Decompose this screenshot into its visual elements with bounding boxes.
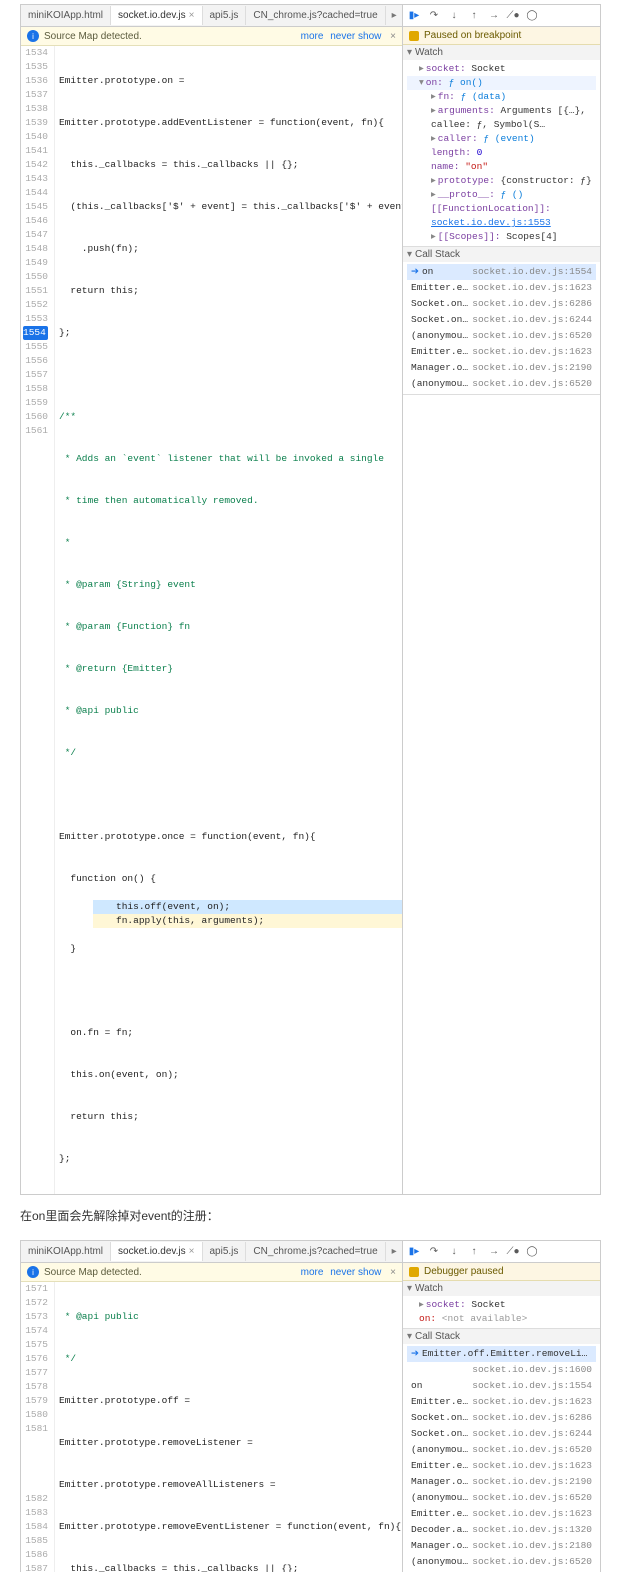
source-pane: miniKOIApp.html socket.io.dev.js× api5.j… (21, 1241, 402, 1572)
tab-miniapp[interactable]: miniKOIApp.html (21, 6, 111, 25)
stack-frame[interactable]: Socket.onpacketsocket.io.dev.js:6244 (407, 312, 596, 328)
watch-header[interactable]: ▾Watch (403, 1281, 600, 1296)
tab-bar: miniKOIApp.html socket.io.dev.js× api5.j… (21, 5, 402, 27)
stack-frame[interactable]: Manager.ondecodedsocket.io.dev.js:2190 (407, 360, 596, 376)
stack-frame[interactable]: ➔Emitter.off.Emitter.removeListener.Emit… (407, 1346, 596, 1362)
source-pane: miniKOIApp.html socket.io.dev.js× api5.j… (21, 5, 402, 1194)
line-gutter[interactable]: 1534153515361537153815391540154115421543… (21, 46, 55, 1194)
execution-line: this.off(event, on); (93, 900, 402, 914)
resume-icon[interactable]: ▮▸ (407, 9, 421, 23)
deactivate-breakpoints-icon[interactable]: ⟋● (507, 1246, 519, 1258)
pause-exceptions-icon[interactable]: ◯ (525, 1245, 539, 1259)
stack-frame[interactable]: (anonymous)socket.io.dev.js:6520 (407, 376, 596, 392)
code-body[interactable]: * @api public */ Emitter.prototype.off =… (55, 1282, 402, 1572)
stack-frame[interactable]: (anonymous)socket.io.dev.js:6520 (407, 1554, 596, 1570)
devtools-screenshot-2: miniKOIApp.html socket.io.dev.js× api5.j… (20, 1240, 601, 1572)
stack-frame[interactable]: (anonymous)socket.io.dev.js:6520 (407, 328, 596, 344)
tab-overflow-icon[interactable]: ▸ (386, 10, 403, 21)
step-over-icon[interactable]: ↷ (427, 9, 441, 23)
callstack-panel: ▾Call Stack ➔Emitter.off.Emitter.removeL… (403, 1329, 600, 1572)
info-icon: i (27, 1266, 39, 1278)
watch-panel: ▾Watch socket: Socket on: ƒ on() fn: ƒ (… (403, 45, 600, 247)
step-out-icon[interactable]: ↑ (467, 9, 481, 23)
deactivate-breakpoints-icon[interactable]: ⟋● (507, 10, 519, 22)
source-map-nevershow-link[interactable]: never show (330, 31, 381, 42)
stack-frame[interactable]: Socket.oneventsocket.io.dev.js:6286 (407, 296, 596, 312)
paused-banner: Debugger paused (403, 1263, 600, 1281)
devtools-screenshot-1: miniKOIApp.html socket.io.dev.js× api5.j… (20, 4, 601, 1195)
stack-frame[interactable]: (anonymous)socket.io.dev.js:6520 (407, 1490, 596, 1506)
watch-header[interactable]: ▾Watch (403, 45, 600, 60)
code-editor[interactable]: 1534153515361537153815391540154115421543… (21, 46, 402, 1194)
info-icon: i (27, 30, 39, 42)
stack-frame[interactable]: Socket.oneventsocket.io.dev.js:6286 (407, 1410, 596, 1426)
stack-frame[interactable]: ➔onsocket.io.dev.js:1554 (407, 264, 596, 280)
source-map-text: Source Map detected. (44, 31, 142, 42)
code-editor[interactable]: 1571157215731574157515761577157815791580… (21, 1282, 402, 1572)
step-out-icon[interactable]: ↑ (467, 1245, 481, 1259)
pause-exceptions-icon[interactable]: ◯ (525, 9, 539, 23)
debug-toolbar: ▮▸ ↷ ↓ ↑ → ⟋● ◯ (403, 1241, 600, 1263)
stack-frame[interactable]: onsocket.io.dev.js:1554 (407, 1378, 596, 1394)
close-icon[interactable]: × (390, 31, 396, 42)
callstack-header[interactable]: ▾Call Stack (403, 1329, 600, 1344)
tab-cnchrome[interactable]: CN_chrome.js?cached=true (246, 6, 385, 25)
debug-toolbar: ▮▸ ↷ ↓ ↑ → ⟋● ◯ (403, 5, 600, 27)
tab-api5[interactable]: api5.js (203, 1242, 247, 1261)
watch-panel: ▾Watch socket: Socket on: <not available… (403, 1281, 600, 1329)
function-location-link[interactable]: socket.io.dev.js:1553 (431, 217, 551, 228)
source-map-notice: i Source Map detected. more never show × (21, 1263, 402, 1282)
step-over-icon[interactable]: ↷ (427, 1245, 441, 1259)
stack-frame[interactable]: Socket.onpacketsocket.io.dev.js:6244 (407, 1426, 596, 1442)
close-icon[interactable]: × (390, 1267, 396, 1278)
tab-overflow-icon[interactable]: ▸ (386, 1246, 403, 1257)
tab-bar: miniKOIApp.html socket.io.dev.js× api5.j… (21, 1241, 402, 1263)
source-map-more-link[interactable]: more (301, 31, 324, 42)
callstack-panel: ▾Call Stack ➔onsocket.io.dev.js:1554 Emi… (403, 247, 600, 395)
stack-frame[interactable]: Decoder.addsocket.io.dev.js:1320 (407, 1522, 596, 1538)
step-into-icon[interactable]: ↓ (447, 9, 461, 23)
step-icon[interactable]: → (487, 9, 501, 23)
paused-banner: Paused on breakpoint (403, 27, 600, 45)
stack-frame[interactable]: Emitter.emitsocket.io.dev.js:1623 (407, 1394, 596, 1410)
debug-sidebar: ▮▸ ↷ ↓ ↑ → ⟋● ◯ Paused on breakpoint ▾Wa… (402, 5, 600, 1194)
source-map-nevershow-link[interactable]: never show (330, 1267, 381, 1278)
stack-frame[interactable]: (anonymous)socket.io.dev.js:6520 (407, 1442, 596, 1458)
source-map-notice: i Source Map detected. more never show × (21, 27, 402, 46)
prose-text-1: 在on里面会先解除掉对event的注册： (20, 1207, 601, 1226)
close-icon[interactable]: × (189, 1246, 195, 1257)
line-gutter[interactable]: 1571157215731574157515761577157815791580… (21, 1282, 55, 1572)
stack-frame[interactable]: Manager.ondecodedsocket.io.dev.js:2190 (407, 1474, 596, 1490)
stack-frame[interactable]: Emitter.emitsocket.io.dev.js:1623 (407, 1458, 596, 1474)
stack-frame[interactable]: Manager.ondatasocket.io.dev.js:2180 (407, 1538, 596, 1554)
tab-socketio[interactable]: socket.io.dev.js× (111, 1242, 202, 1261)
tab-api5[interactable]: api5.js (203, 6, 247, 25)
stack-frame: socket.io.dev.js:1600 (407, 1362, 596, 1378)
close-icon[interactable]: × (189, 10, 195, 21)
tab-cnchrome[interactable]: CN_chrome.js?cached=true (246, 1242, 385, 1261)
code-body[interactable]: Emitter.prototype.on = Emitter.prototype… (55, 46, 402, 1194)
resume-icon[interactable]: ▮▸ (407, 1245, 421, 1259)
stack-frame[interactable]: Emitter.emitsocket.io.dev.js:1623 (407, 344, 596, 360)
callstack-header[interactable]: ▾Call Stack (403, 247, 600, 262)
stack-frame[interactable]: Emitter.emitsocket.io.dev.js:1623 (407, 280, 596, 296)
tab-miniapp[interactable]: miniKOIApp.html (21, 1242, 111, 1261)
tab-socketio[interactable]: socket.io.dev.js× (111, 6, 202, 25)
stack-frame[interactable]: Emitter.emitsocket.io.dev.js:1623 (407, 1506, 596, 1522)
breakpoint-marker: 1554 (23, 326, 48, 340)
source-map-text: Source Map detected. (44, 1267, 142, 1278)
step-icon[interactable]: → (487, 1245, 501, 1259)
debug-sidebar: ▮▸ ↷ ↓ ↑ → ⟋● ◯ Debugger paused ▾Watch s… (402, 1241, 600, 1572)
source-map-more-link[interactable]: more (301, 1267, 324, 1278)
step-into-icon[interactable]: ↓ (447, 1245, 461, 1259)
stack-frame[interactable]: Emitter.emitsocket.io.dev.js:1623 (407, 1570, 596, 1572)
